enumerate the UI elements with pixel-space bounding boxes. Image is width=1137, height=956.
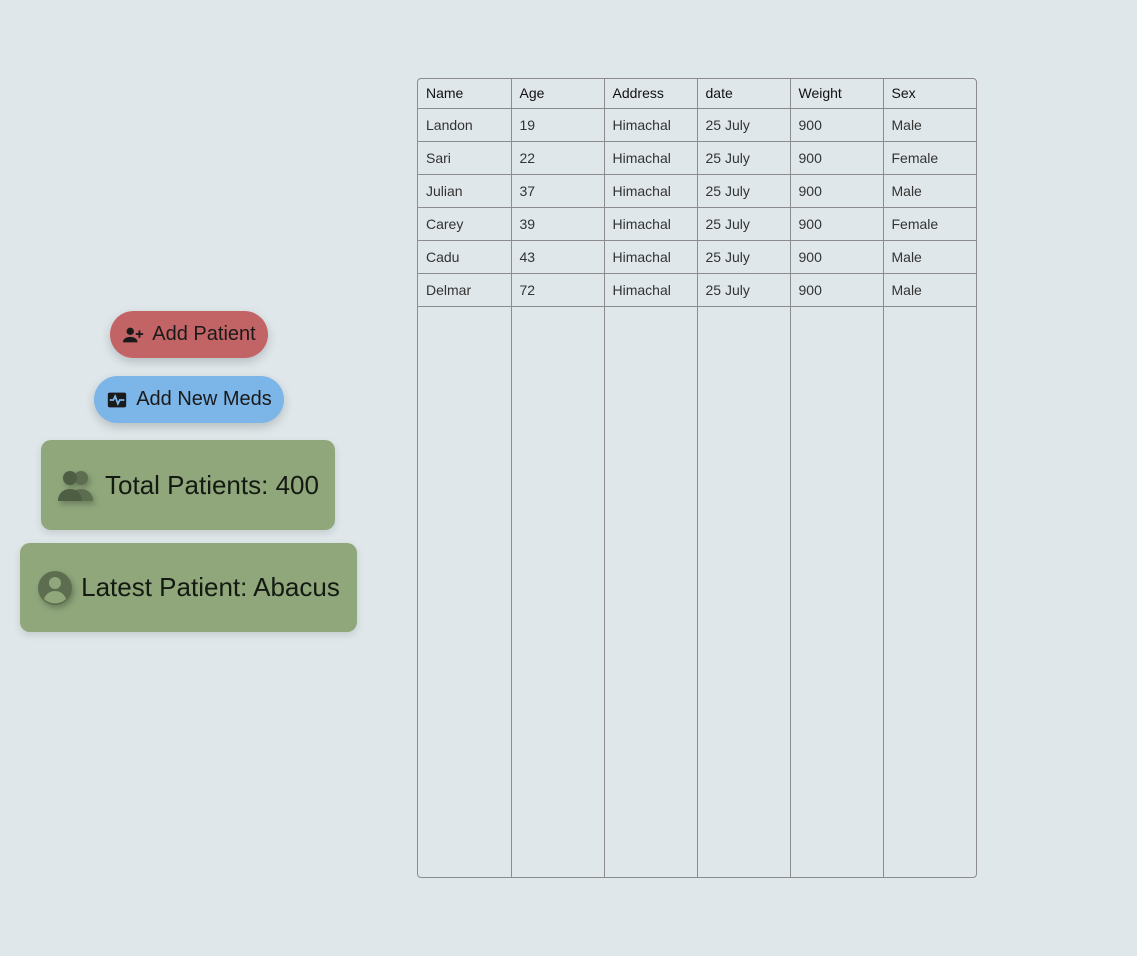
column-header-date[interactable]: date	[697, 79, 791, 109]
add-new-meds-button[interactable]: Add New Meds	[94, 376, 284, 423]
cell-age: 72	[511, 273, 605, 307]
cell-name: Carey	[418, 207, 512, 241]
cell-weight: 900	[790, 174, 884, 208]
latest-patient-card: Latest Patient: Abacus	[20, 543, 357, 632]
account-circle-icon	[37, 570, 73, 606]
people-icon	[57, 469, 97, 501]
total-patients-text: Total Patients: 400	[105, 469, 319, 500]
empty-cell	[697, 306, 791, 877]
cell-sex: Male	[883, 108, 976, 142]
cell-age: 39	[511, 207, 605, 241]
cell-age: 37	[511, 174, 605, 208]
cell-sex: Male	[883, 174, 976, 208]
cell-age: 19	[511, 108, 605, 142]
cell-date: 25 July	[697, 207, 791, 241]
cell-address: Himachal	[604, 273, 698, 307]
table-row[interactable]: Julian 37 Himachal 25 July 900 Male	[418, 174, 976, 208]
column-header-address[interactable]: Address	[604, 79, 698, 109]
column-header-weight[interactable]: Weight	[790, 79, 884, 109]
cell-weight: 900	[790, 207, 884, 241]
empty-cell	[883, 306, 976, 877]
cell-weight: 900	[790, 240, 884, 274]
table-row[interactable]: Delmar 72 Himachal 25 July 900 Male	[418, 273, 976, 307]
column-header-name[interactable]: Name	[418, 79, 512, 109]
add-patient-button[interactable]: Add Patient	[110, 311, 268, 358]
cell-weight: 900	[790, 273, 884, 307]
monitor-heart-icon	[106, 389, 128, 411]
cell-sex: Male	[883, 240, 976, 274]
cell-weight: 900	[790, 108, 884, 142]
column-header-age[interactable]: Age	[511, 79, 605, 109]
cell-name: Sari	[418, 141, 512, 175]
latest-patient-text: Latest Patient: Abacus	[81, 572, 340, 602]
cell-age: 43	[511, 240, 605, 274]
cell-age: 22	[511, 141, 605, 175]
cell-date: 25 July	[697, 141, 791, 175]
empty-cell	[604, 306, 698, 877]
column-header-sex[interactable]: Sex	[883, 79, 976, 109]
cell-address: Himachal	[604, 141, 698, 175]
add-new-meds-label: Add New Meds	[136, 388, 272, 410]
empty-cell	[790, 306, 884, 877]
cell-address: Himachal	[604, 240, 698, 274]
table-row[interactable]: Carey 39 Himachal 25 July 900 Female	[418, 207, 976, 241]
cell-name: Delmar	[418, 273, 512, 307]
total-patients-card: Total Patients: 400	[41, 440, 335, 530]
cell-address: Himachal	[604, 207, 698, 241]
table-row[interactable]: Sari 22 Himachal 25 July 900 Female	[418, 141, 976, 175]
cell-sex: Male	[883, 273, 976, 307]
empty-cell	[511, 306, 605, 877]
cell-date: 25 July	[697, 240, 791, 274]
cell-date: 25 July	[697, 108, 791, 142]
cell-weight: 900	[790, 141, 884, 175]
cell-sex: Female	[883, 141, 976, 175]
cell-address: Himachal	[604, 174, 698, 208]
cell-sex: Female	[883, 207, 976, 241]
cell-address: Himachal	[604, 108, 698, 142]
cell-date: 25 July	[697, 273, 791, 307]
cell-name: Landon	[418, 108, 512, 142]
cell-name: Cadu	[418, 240, 512, 274]
table-row[interactable]: Landon 19 Himachal 25 July 900 Male	[418, 108, 976, 142]
empty-cell	[418, 306, 512, 877]
cell-date: 25 July	[697, 174, 791, 208]
person-add-icon	[122, 324, 144, 346]
table-empty-area	[418, 306, 976, 877]
add-patient-label: Add Patient	[152, 323, 256, 345]
patients-table: Name Age Address date Weight Sex Landon …	[417, 78, 977, 878]
cell-name: Julian	[418, 174, 512, 208]
table-row[interactable]: Cadu 43 Himachal 25 July 900 Male	[418, 240, 976, 274]
table-header-row: Name Age Address date Weight Sex	[418, 79, 976, 109]
